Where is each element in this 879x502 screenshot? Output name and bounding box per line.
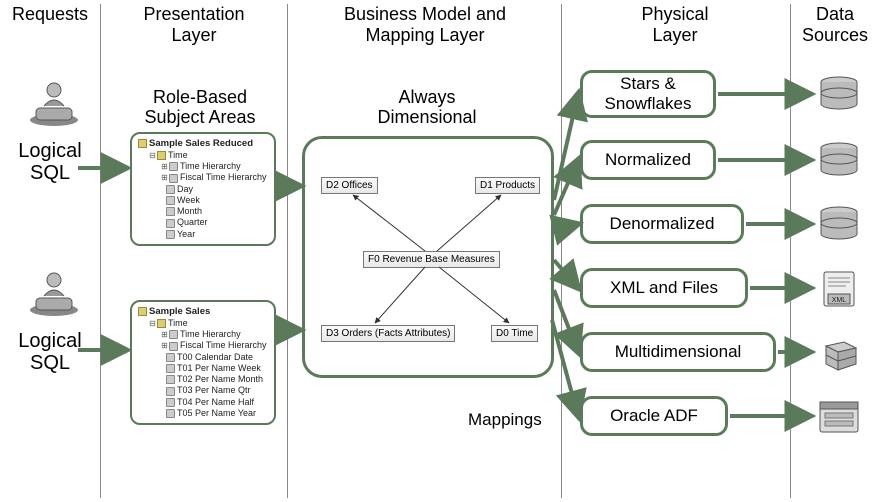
business-model-box: D2 Offices D1 Products F0 Revenue Base M…: [302, 136, 554, 378]
subject-area-tree-1: Sample Sales Reduced ⊟Time ⊞Time Hierarc…: [130, 132, 276, 246]
tree2-item: T03 Per Name Qtr: [177, 385, 251, 395]
database-icon: [816, 206, 862, 244]
logical-sql-label-2: Logical SQL: [6, 330, 94, 374]
col-header-business: Business Model and Mapping Layer: [296, 4, 554, 45]
fact-f0-revenue: F0 Revenue Base Measures: [363, 251, 500, 268]
divider-1: [100, 4, 101, 498]
tree2-item: T00 Calendar Date: [177, 352, 253, 362]
presentation-heading: Role-Based Subject Areas: [120, 88, 280, 128]
phys-xml-files: XML and Files: [580, 268, 748, 308]
tree2-item: T04 Per Name Half: [177, 397, 254, 407]
phys-normalized: Normalized: [580, 140, 716, 180]
tree1-item: Month: [177, 206, 202, 216]
tree2-item: T02 Per Name Month: [177, 374, 263, 384]
subject-area-tree-2: Sample Sales ⊟Time ⊞Time Hierarchy ⊞Fisc…: [130, 300, 276, 425]
col-header-datasources: Data Sources: [795, 4, 875, 45]
tree2-item: T05 Per Name Year: [177, 408, 256, 418]
tree2-item: Time Hierarchy: [180, 329, 241, 339]
database-icon: [816, 142, 862, 180]
divider-4: [790, 4, 791, 498]
business-heading: Always Dimensional: [332, 88, 522, 128]
app-window-icon: [816, 398, 862, 436]
user-icon: [26, 270, 82, 316]
dim-d3-orders: D3 Orders (Facts Attributes): [321, 325, 455, 342]
xml-file-icon: XML: [816, 270, 862, 308]
tree1-item: Fiscal Time Hierarchy: [180, 172, 267, 182]
user-icon: [26, 80, 82, 126]
divider-2: [287, 4, 288, 498]
mappings-label: Mappings: [468, 410, 542, 430]
phys-multidimensional: Multidimensional: [580, 332, 776, 372]
tree1-folder: Time: [168, 150, 188, 160]
divider-3: [561, 4, 562, 498]
tree2-item: T01 Per Name Week: [177, 363, 261, 373]
database-icon: [816, 76, 862, 114]
tree1-item: Week: [177, 195, 200, 205]
phys-oracle-adf: Oracle ADF: [580, 396, 728, 436]
dim-d1-products: D1 Products: [475, 177, 540, 194]
col-header-presentation: Presentation Layer: [108, 4, 280, 45]
tree2-title: Sample Sales: [149, 306, 210, 317]
tree2-item: Fiscal Time Hierarchy: [180, 340, 267, 350]
tree1-item: Year: [177, 229, 195, 239]
tree2-folder: Time: [168, 318, 188, 328]
logical-sql-label-1: Logical SQL: [6, 140, 94, 184]
dim-d0-time: D0 Time: [491, 325, 538, 342]
tree1-item: Time Hierarchy: [180, 161, 241, 171]
cube-icon: [816, 334, 862, 372]
tree1-item: Day: [177, 184, 193, 194]
col-header-physical: Physical Layer: [570, 4, 780, 45]
col-header-requests: Requests: [4, 4, 96, 25]
dim-d2-offices: D2 Offices: [321, 177, 378, 194]
svg-text:XML: XML: [832, 297, 847, 304]
phys-denormalized: Denormalized: [580, 204, 744, 244]
tree1-title: Sample Sales Reduced: [149, 138, 253, 149]
phys-stars-snowflakes: Stars & Snowflakes: [580, 70, 716, 118]
tree1-item: Quarter: [177, 217, 208, 227]
